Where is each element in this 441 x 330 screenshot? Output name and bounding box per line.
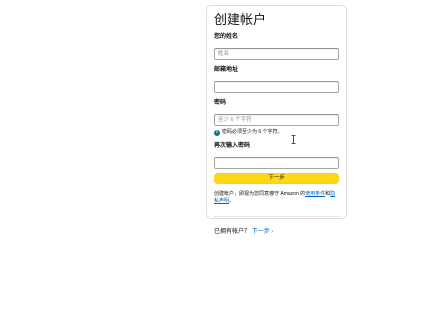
email-label: 邮箱地址	[214, 67, 239, 73]
email-field-group: 邮箱地址	[214, 66, 339, 93]
password-field-group: 密码	[214, 99, 339, 126]
signin-prefix: 已拥有帐户？	[214, 229, 251, 235]
name-label: 您的姓名	[214, 34, 239, 40]
conditions-of-use-link[interactable]: 使用条件	[305, 191, 325, 197]
password-hint: i 密码必须至少为 6 个字符。	[214, 129, 339, 136]
page-title: 创建帐户	[214, 12, 267, 27]
password-input[interactable]	[214, 114, 339, 126]
caret-right-icon: ›	[271, 229, 274, 235]
legal-prefix: 创建帐户，即视为您同意遵守 Amazon 的	[214, 191, 306, 197]
create-account-card: 创建帐户 您的姓名 邮箱地址 密码 i 密码必须至少为 6 个字符。 再次输入密…	[206, 5, 347, 235]
legal-suffix: 。	[229, 198, 235, 204]
email-input[interactable]	[214, 81, 339, 93]
confirm-password-label: 再次输入密码	[214, 143, 251, 149]
page: 创建帐户 您的姓名 邮箱地址 密码 i 密码必须至少为 6 个字符。 再次输入密…	[0, 0, 441, 330]
signin-link-label: 下一步	[251, 229, 270, 235]
password-hint-text: 密码必须至少为 6 个字符。	[222, 129, 283, 135]
name-field-group: 您的姓名	[214, 33, 339, 60]
password-label: 密码	[214, 100, 227, 106]
confirm-password-input[interactable]	[214, 157, 339, 169]
next-button[interactable]: 下一步	[214, 173, 339, 184]
info-icon: i	[214, 129, 220, 136]
name-input[interactable]	[214, 48, 339, 60]
signin-link[interactable]: 下一步 ›	[252, 229, 273, 235]
signin-row: 已拥有帐户？ 下一步 ›	[214, 228, 339, 236]
confirm-password-field-group: 再次输入密码	[214, 142, 339, 169]
text-cursor-icon	[291, 135, 296, 144]
legal-text: 创建帐户，即视为您同意遵守 Amazon 的使用条件和隐私声明。	[214, 191, 339, 205]
divider	[214, 216, 339, 217]
